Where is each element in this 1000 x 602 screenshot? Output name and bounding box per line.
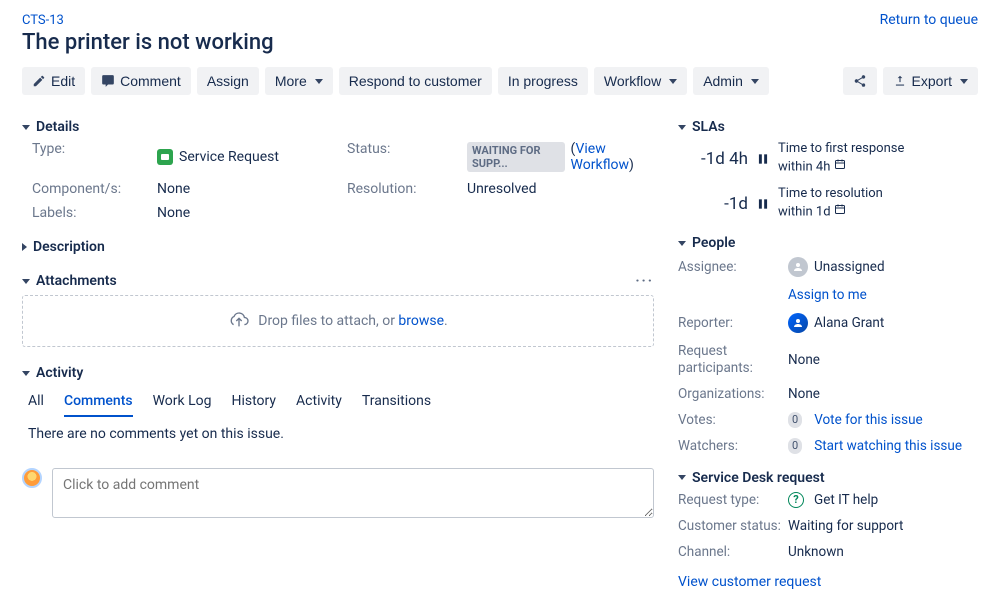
add-comment-input[interactable] <box>52 468 654 518</box>
sla-time-2: -1d <box>678 194 748 214</box>
share-button[interactable] <box>843 67 877 95</box>
type-value: Service Request <box>157 141 347 173</box>
edit-label: Edit <box>51 73 75 89</box>
service-request-icon <box>157 149 173 165</box>
pencil-icon <box>32 74 46 88</box>
orgs-value: None <box>788 386 978 402</box>
people-section-toggle[interactable]: People <box>678 235 978 251</box>
labels-value: None <box>157 205 347 221</box>
request-type-label: Request type: <box>678 492 788 508</box>
sla-row-first-response: -1d 4h Time to first response within 4h <box>678 141 978 176</box>
type-label: Type: <box>32 141 157 173</box>
status-value: WAITING FOR SUPP... (View Workflow) <box>467 141 654 173</box>
customer-status-label: Customer status: <box>678 518 788 534</box>
details-section-toggle[interactable]: Details <box>22 119 654 135</box>
votes-count: 0 <box>788 412 802 428</box>
comment-label: Comment <box>120 73 181 89</box>
current-user-avatar <box>22 468 42 488</box>
tab-history[interactable]: History <box>232 389 277 417</box>
sla-time-1: -1d 4h <box>678 149 748 169</box>
votes-label: Votes: <box>678 412 788 428</box>
workflow-dropdown[interactable]: Workflow <box>594 67 687 95</box>
edit-button[interactable]: Edit <box>22 67 85 95</box>
request-type-value: ?Get IT help <box>788 492 978 508</box>
activity-section-toggle[interactable]: Activity <box>22 365 654 381</box>
reporter-value: Alana Grant <box>788 313 978 333</box>
export-label: Export <box>912 73 952 89</box>
comment-button[interactable]: Comment <box>91 67 191 95</box>
assign-button[interactable]: Assign <box>197 67 259 95</box>
tab-comments[interactable]: Comments <box>64 389 133 417</box>
status-label: Status: <box>347 141 467 173</box>
sla-within-1: within 4h <box>778 159 830 174</box>
sla-title-2: Time to resolution <box>778 186 883 203</box>
attachments-section-toggle[interactable]: Attachments ··· <box>22 273 654 289</box>
channel-value: Unknown <box>788 544 978 560</box>
share-icon <box>853 74 867 88</box>
attachments-more-icon[interactable]: ··· <box>635 273 654 289</box>
status-lozenge: WAITING FOR SUPP... <box>467 142 565 172</box>
more-dropdown[interactable]: More <box>265 67 333 95</box>
sla-row-resolution: -1d Time to resolution within 1d <box>678 186 978 221</box>
tab-activity[interactable]: Activity <box>296 389 342 417</box>
resolution-value: Unresolved <box>467 181 654 197</box>
slas-section-toggle[interactable]: SLAs <box>678 119 978 135</box>
assignee-label: Assignee: <box>678 259 788 275</box>
export-icon <box>893 74 907 88</box>
tab-worklog[interactable]: Work Log <box>153 389 212 417</box>
view-customer-request-link[interactable]: View customer request <box>678 574 821 590</box>
customer-status-value: Waiting for support <box>788 518 978 534</box>
speech-bubble-icon <box>101 74 115 88</box>
sla-title-1: Time to first response <box>778 141 904 158</box>
watchers-count: 0 <box>788 438 802 454</box>
activity-tabs: All Comments Work Log History Activity T… <box>28 389 654 418</box>
pause-icon <box>756 197 770 211</box>
cloud-upload-icon <box>228 312 250 330</box>
watch-link[interactable]: Start watching this issue <box>814 438 962 454</box>
view-workflow-link[interactable]: View Workflow <box>571 141 630 173</box>
dropzone-text: Drop files to attach, or <box>258 313 398 329</box>
unassigned-avatar-icon <box>788 257 808 277</box>
service-desk-section-toggle[interactable]: Service Desk request <box>678 470 978 486</box>
participants-value: None <box>788 352 978 368</box>
reporter-label: Reporter: <box>678 315 788 331</box>
tab-transitions[interactable]: Transitions <box>362 389 431 417</box>
orgs-label: Organizations: <box>678 386 788 402</box>
question-mark-icon: ? <box>788 492 804 508</box>
channel-label: Channel: <box>678 544 788 560</box>
attachments-dropzone[interactable]: Drop files to attach, or browse. <box>22 295 654 347</box>
components-value: None <box>157 181 347 197</box>
respond-to-customer-button[interactable]: Respond to customer <box>339 67 492 95</box>
labels-label: Labels: <box>32 205 157 221</box>
tab-all[interactable]: All <box>28 389 44 417</box>
issue-title: The printer is not working <box>22 30 274 55</box>
admin-dropdown[interactable]: Admin <box>693 67 769 95</box>
components-label: Component/s: <box>32 181 157 197</box>
in-progress-button[interactable]: In progress <box>498 67 588 95</box>
reporter-avatar-icon <box>788 313 808 333</box>
issue-key-link[interactable]: CTS-13 <box>22 13 64 28</box>
vote-link[interactable]: Vote for this issue <box>814 412 923 428</box>
no-comments-text: There are no comments yet on this issue. <box>28 426 654 442</box>
description-section-toggle[interactable]: Description <box>22 239 654 255</box>
pause-icon <box>756 152 770 166</box>
resolution-label: Resolution: <box>347 181 467 197</box>
return-to-queue-link[interactable]: Return to queue <box>880 12 978 28</box>
calendar-icon <box>834 203 846 221</box>
browse-link[interactable]: browse <box>398 313 444 329</box>
assignee-value: Unassigned <box>788 257 978 277</box>
export-dropdown[interactable]: Export <box>883 67 978 95</box>
watchers-label: Watchers: <box>678 438 788 454</box>
sla-within-2: within 1d <box>778 204 831 219</box>
participants-label: Request participants: <box>678 343 788 375</box>
assign-to-me-link[interactable]: Assign to me <box>788 287 867 303</box>
calendar-icon <box>834 158 846 176</box>
